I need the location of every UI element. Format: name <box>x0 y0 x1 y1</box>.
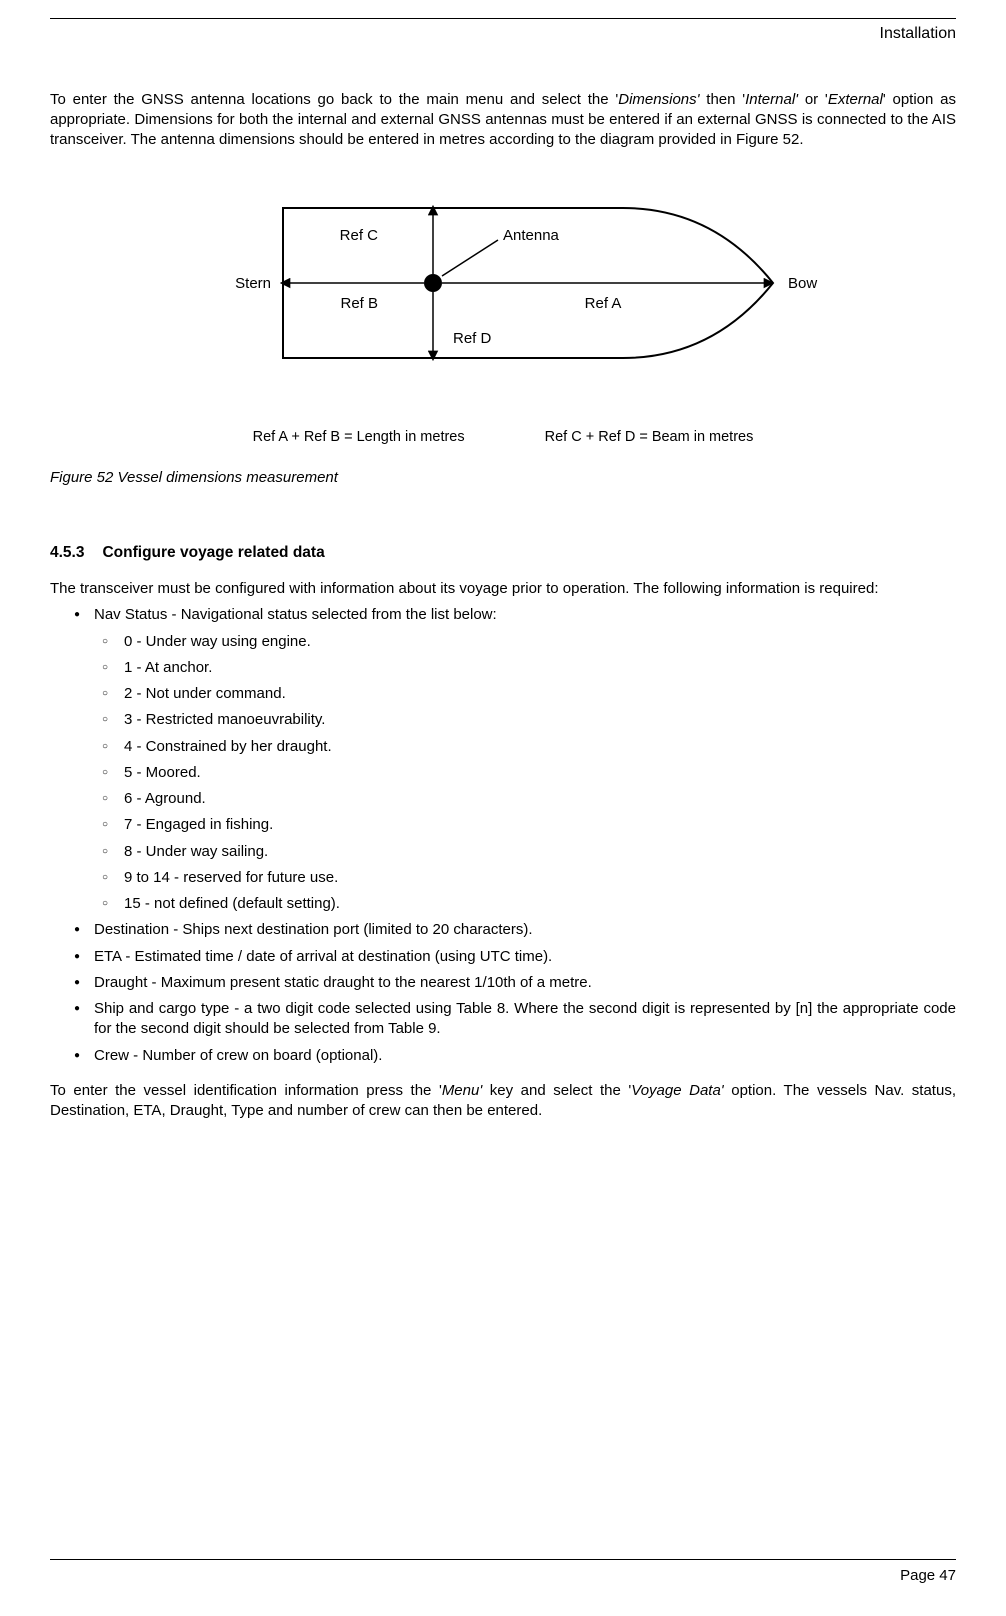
list-item: Destination - Ships next destination por… <box>50 920 956 940</box>
list-item: 9 to 14 - reserved for future use. <box>94 868 956 888</box>
svg-text:Bow: Bow <box>788 275 817 292</box>
list-item: Crew - Number of crew on board (optional… <box>50 1046 956 1066</box>
list-item: Nav Status - Navigational status selecte… <box>50 605 956 914</box>
svg-text:Ref B: Ref B <box>340 295 378 312</box>
list-item: 15 - not defined (default setting). <box>94 894 956 914</box>
svg-text:Ref C: Ref C <box>340 227 379 244</box>
svg-text:Ref A: Ref A <box>585 295 622 312</box>
list-item: 4 - Constrained by her draught. <box>94 737 956 757</box>
list-item: ETA - Estimated time / date of arrival a… <box>50 947 956 967</box>
figure-caption: Figure 52 Vessel dimensions measurement <box>50 468 956 488</box>
dimension-formulas: Ref A + Ref B = Length in metresRef C + … <box>50 428 956 448</box>
section-intro: The transceiver must be configured with … <box>50 579 956 599</box>
list-item: 5 - Moored. <box>94 763 956 783</box>
page-number: Page 47 <box>50 1566 956 1586</box>
list-item: 7 - Engaged in fishing. <box>94 815 956 835</box>
svg-text:Ref D: Ref D <box>453 330 492 347</box>
voyage-data-list: Nav Status - Navigational status selecte… <box>50 605 956 1066</box>
closing-paragraph: To enter the vessel identification infor… <box>50 1081 956 1122</box>
svg-text:Stern: Stern <box>235 275 271 292</box>
list-item: 2 - Not under command. <box>94 684 956 704</box>
list-item: 8 - Under way sailing. <box>94 842 956 862</box>
intro-paragraph: To enter the GNSS antenna locations go b… <box>50 90 956 151</box>
list-item: 6 - Aground. <box>94 789 956 809</box>
list-item: Ship and cargo type - a two digit code s… <box>50 999 956 1040</box>
nav-status-list: 0 - Under way using engine. 1 - At ancho… <box>94 632 956 915</box>
label-antenna: Antenna <box>503 227 560 244</box>
list-item: 1 - At anchor. <box>94 658 956 678</box>
vessel-diagram: Antenna Ref C Ref D Ref B Ref A Stern Bo… <box>50 168 956 398</box>
list-item: Draught - Maximum present static draught… <box>50 973 956 993</box>
list-item: 3 - Restricted manoeuvrability. <box>94 710 956 730</box>
list-item: 0 - Under way using engine. <box>94 632 956 652</box>
header-section: Installation <box>50 23 956 45</box>
section-heading: 4.5.3Configure voyage related data <box>50 543 956 564</box>
